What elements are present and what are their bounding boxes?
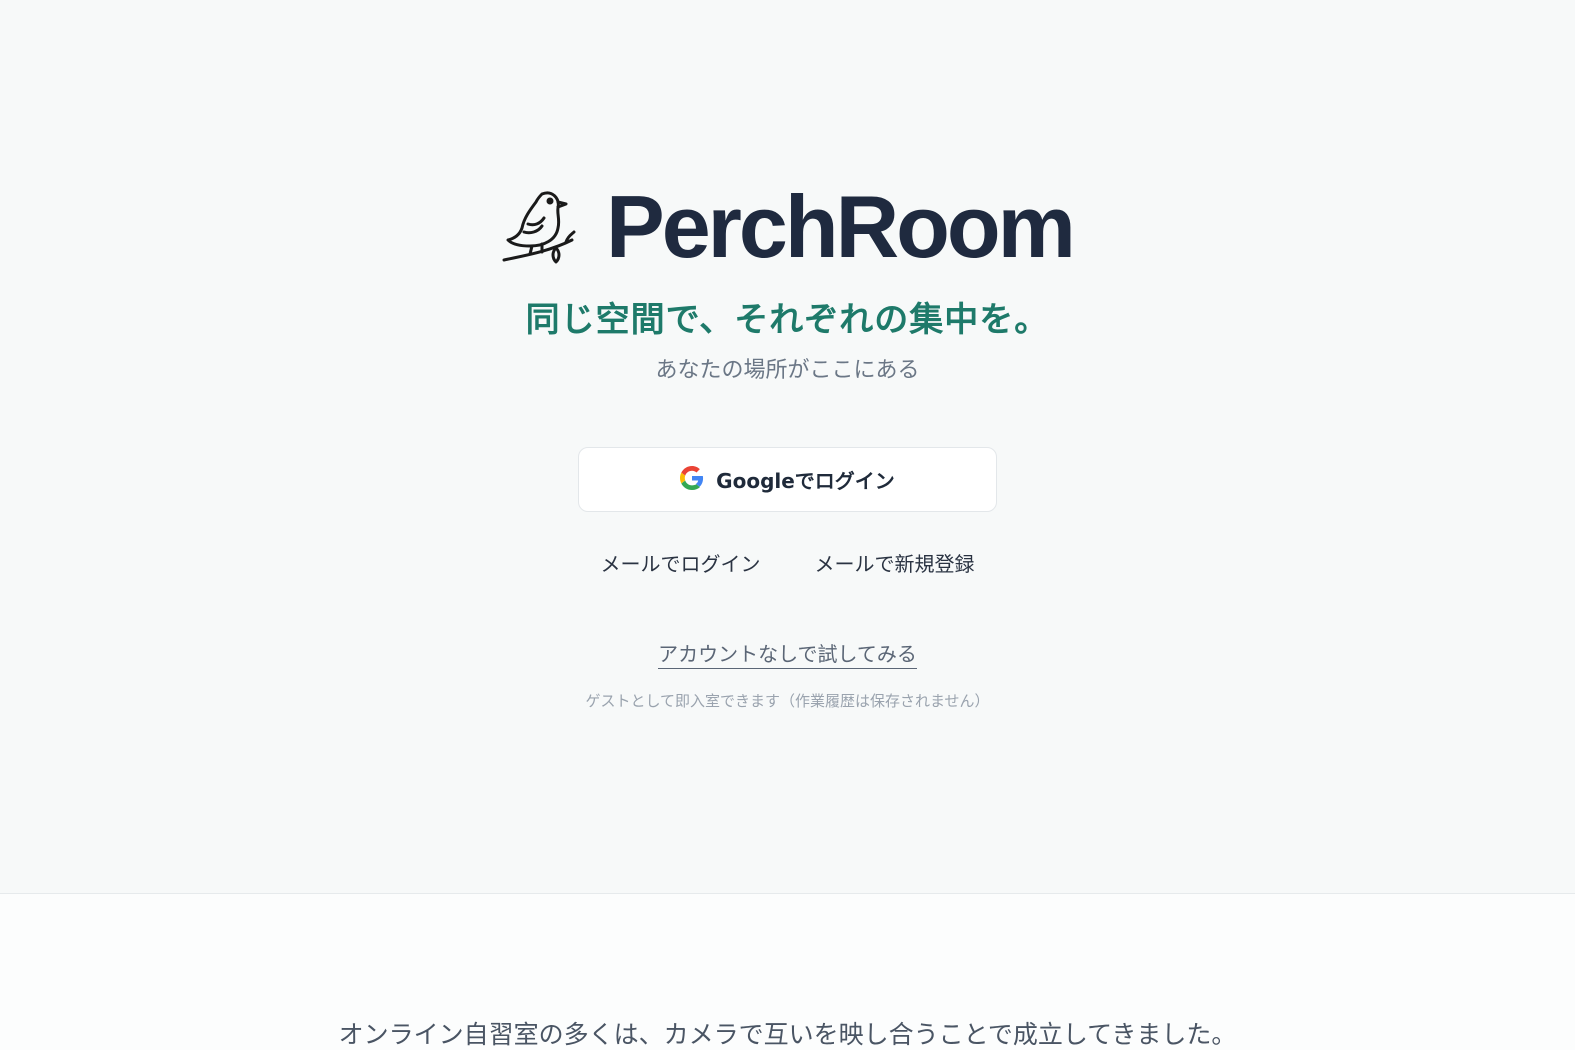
hero-section: PerchRoom 同じ空間で、それぞれの集中を。 あなたの場所がここにある G…: [0, 0, 1575, 893]
email-signup-link[interactable]: メールで新規登録: [815, 548, 975, 577]
bird-on-branch-icon: [502, 188, 576, 266]
google-g-icon: [680, 465, 704, 494]
email-auth-links: メールでログイン メールで新規登録: [0, 548, 1575, 577]
guest-note: ゲストとして即入室できます（作業履歴は保存されません）: [585, 692, 990, 710]
google-login-button[interactable]: Googleでログイン: [578, 447, 997, 512]
brand-name: PerchRoom: [606, 177, 1076, 276]
trial-container: アカウントなしで試してみる: [0, 638, 1575, 669]
tagline: 同じ空間で、それぞれの集中を。: [525, 300, 1050, 340]
guest-trial-link[interactable]: アカウントなしで試してみる: [658, 642, 917, 669]
about-intro-text: オンライン自習室の多くは、カメラで互いを映し合うことで成立してきました。: [338, 1020, 1237, 1049]
google-login-label: Googleでログイン: [716, 469, 895, 493]
subtitle: あなたの場所がここにある: [655, 358, 920, 383]
email-login-link[interactable]: メールでログイン: [601, 548, 761, 577]
brand-logo: PerchRoom: [0, 183, 1575, 271]
